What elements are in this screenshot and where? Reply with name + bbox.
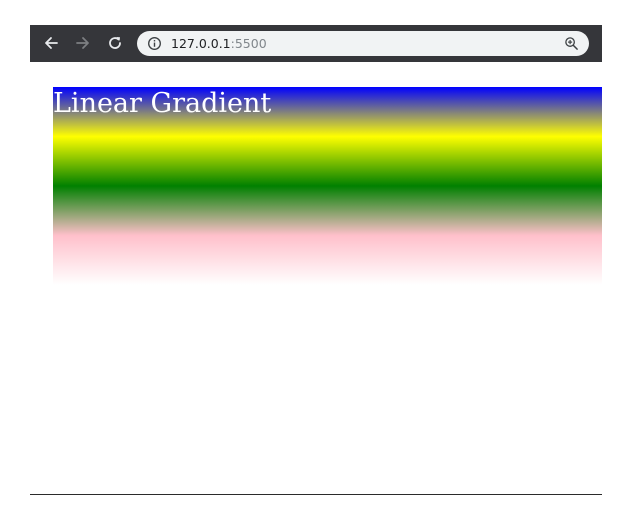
page-viewport: Linear Gradient — [30, 62, 602, 494]
forward-button[interactable] — [71, 31, 95, 55]
arrow-right-icon — [76, 37, 89, 49]
reload-icon — [109, 37, 121, 49]
reload-button[interactable] — [103, 31, 127, 55]
browser-window: 127.0.0.1:5500 Linear Gradient — [30, 25, 602, 495]
url-text[interactable]: 127.0.0.1:5500 — [171, 31, 267, 56]
url-host: 127.0.0.1 — [171, 36, 231, 51]
url-port: :5500 — [230, 36, 267, 51]
browser-toolbar: 127.0.0.1:5500 — [30, 25, 602, 62]
info-icon[interactable] — [147, 36, 162, 51]
back-button[interactable] — [39, 31, 63, 55]
zoom-in-icon[interactable] — [564, 36, 579, 51]
window-bottom-border — [30, 494, 602, 495]
page-heading: Linear Gradient — [53, 88, 272, 119]
address-bar[interactable]: 127.0.0.1:5500 — [137, 31, 589, 56]
linear-gradient-box: Linear Gradient — [53, 87, 602, 285]
arrow-left-icon — [45, 37, 58, 49]
